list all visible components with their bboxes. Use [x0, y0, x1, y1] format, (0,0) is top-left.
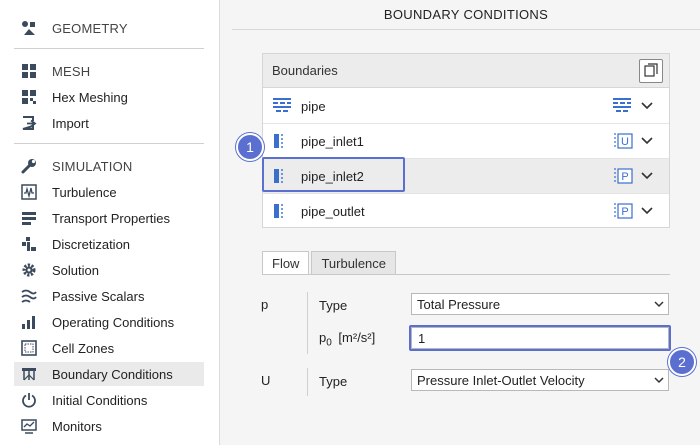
- sidebar-item-label: Initial Conditions: [52, 392, 148, 408]
- step-badge-1: 1: [236, 133, 264, 161]
- geometry-icon: [20, 19, 38, 37]
- badge-letter: U: [621, 136, 629, 148]
- sidebar-divider: [14, 48, 204, 49]
- p-label: p: [261, 297, 269, 312]
- boundaries-panel: Boundaries pipe pipe_inlet1 U pipe_inlet…: [262, 53, 670, 228]
- sidebar-item-label: Passive Scalars: [52, 288, 145, 304]
- tab-divider: [262, 274, 670, 275]
- p-type-label: Type: [319, 298, 348, 313]
- sidebar-item-label: SIMULATION: [52, 158, 133, 174]
- boundary-row-pipe-outlet[interactable]: pipe_outlet P: [263, 194, 669, 229]
- transport-icon: [20, 209, 38, 227]
- copy-button[interactable]: [639, 59, 663, 83]
- sidebar-item-solution[interactable]: Solution: [14, 258, 204, 282]
- highlight-pipe-inlet2: [262, 157, 405, 192]
- chevron-down-icon[interactable]: [639, 133, 655, 149]
- u-type-value: Pressure Inlet-Outlet Velocity: [417, 372, 585, 388]
- gear-icon: [20, 261, 38, 279]
- pressure-type-icon[interactable]: P: [613, 202, 633, 220]
- p-group-line: [307, 292, 308, 354]
- sidebar-item-boundary-conditions[interactable]: Boundary Conditions: [14, 362, 204, 386]
- p0-label: p0 [m²/s²]: [319, 330, 375, 349]
- patch-icon: [273, 203, 291, 219]
- sidebar-item-label: Hex Meshing: [52, 89, 128, 105]
- velocity-type-icon[interactable]: U: [613, 132, 633, 150]
- copy-icon: [644, 62, 658, 80]
- sidebar-item-label: Import: [52, 115, 89, 131]
- badge-letter: P: [621, 171, 628, 183]
- tab-turbulence[interactable]: Turbulence: [311, 251, 397, 275]
- sidebar-item-simulation[interactable]: SIMULATION: [14, 154, 204, 178]
- wall-icon: [273, 98, 291, 114]
- sidebar-item-label: Solution: [52, 262, 99, 278]
- cell-zones-icon: [20, 339, 38, 357]
- monitor-icon: [20, 417, 38, 435]
- sidebar-item-label: MESH: [52, 63, 91, 79]
- sidebar-item-label: Turbulence: [52, 184, 117, 200]
- passive-scalars-icon: [20, 287, 38, 305]
- sidebar-item-label: Monitors: [52, 418, 102, 434]
- patch-icon: [273, 133, 291, 149]
- sidebar-item-label: Transport Properties: [52, 210, 171, 226]
- page-title: BOUNDARY CONDITIONS: [232, 0, 700, 30]
- highlight-p0-input: [409, 325, 671, 351]
- sidebar-item-geometry[interactable]: GEOMETRY: [14, 16, 204, 40]
- u-label: U: [261, 373, 271, 388]
- wrench-icon: [20, 157, 38, 175]
- tab-bar: Flow Turbulence: [262, 251, 398, 275]
- boundary-row-pipe[interactable]: pipe: [263, 89, 669, 124]
- turbulence-icon: [20, 183, 38, 201]
- chevron-down-icon: [650, 370, 668, 390]
- sidebar-item-passive-scalars[interactable]: Passive Scalars: [14, 284, 204, 308]
- boundaries-header: Boundaries: [263, 54, 669, 88]
- u-type-label: Type: [319, 374, 348, 389]
- sidebar-item-monitors[interactable]: Monitors: [14, 414, 204, 438]
- sidebar-item-label: Boundary Conditions: [52, 366, 173, 382]
- sidebar-item-discretization[interactable]: Discretization: [14, 232, 204, 256]
- mesh-icon: [20, 62, 38, 80]
- pressure-type-icon[interactable]: P: [613, 167, 633, 185]
- sidebar-item-mesh[interactable]: MESH: [14, 59, 204, 83]
- tab-flow[interactable]: Flow: [262, 251, 310, 275]
- sidebar-item-transport-properties[interactable]: Transport Properties: [14, 206, 204, 230]
- p0-label-unit: [m²/s²]: [338, 330, 376, 345]
- chevron-down-icon: [650, 294, 668, 314]
- power-icon: [20, 391, 38, 409]
- sidebar: GEOMETRY MESH Hex Meshing Import SIMULAT…: [0, 0, 220, 445]
- wall-type-icon[interactable]: [613, 97, 633, 115]
- main-panel: BOUNDARY CONDITIONS Boundaries pipe pipe…: [232, 0, 700, 445]
- step-badge-2: 2: [668, 348, 696, 376]
- sidebar-item-label: Cell Zones: [52, 340, 115, 356]
- p-type-select[interactable]: Total Pressure: [411, 293, 669, 315]
- boundaries-header-label: Boundaries: [272, 63, 338, 78]
- chevron-down-icon[interactable]: [639, 98, 655, 114]
- boundary-name: pipe_outlet: [301, 204, 365, 219]
- sidebar-item-import[interactable]: Import: [14, 111, 204, 135]
- discretization-icon: [20, 235, 38, 253]
- sidebar-item-initial-conditions[interactable]: Initial Conditions: [14, 388, 204, 412]
- chevron-down-icon[interactable]: [639, 168, 655, 184]
- p-type-value: Total Pressure: [417, 296, 501, 312]
- boundary-name: pipe: [301, 99, 326, 114]
- boundary-name: pipe_inlet1: [301, 134, 364, 149]
- sidebar-item-label: Operating Conditions: [52, 314, 175, 330]
- boundary-icon: [20, 365, 38, 383]
- sidebar-item-operating-conditions[interactable]: Operating Conditions: [14, 310, 204, 334]
- u-group-line: [307, 368, 308, 396]
- sidebar-item-hex-meshing[interactable]: Hex Meshing: [14, 85, 204, 109]
- chevron-down-icon[interactable]: [639, 203, 655, 219]
- p0-label-sub: 0: [326, 337, 332, 349]
- sidebar-item-turbulence[interactable]: Turbulence: [14, 180, 204, 204]
- hex-meshing-icon: [20, 88, 38, 106]
- sidebar-item-cell-zones[interactable]: Cell Zones: [14, 336, 204, 360]
- bar-chart-icon: [20, 313, 38, 331]
- import-icon: [20, 114, 38, 132]
- u-type-select[interactable]: Pressure Inlet-Outlet Velocity: [411, 369, 669, 391]
- sidebar-divider: [14, 143, 204, 144]
- sidebar-item-label: Discretization: [52, 236, 131, 252]
- badge-letter: P: [621, 206, 628, 218]
- boundary-row-pipe-inlet1[interactable]: pipe_inlet1 U: [263, 124, 669, 159]
- sidebar-item-label: GEOMETRY: [52, 20, 128, 36]
